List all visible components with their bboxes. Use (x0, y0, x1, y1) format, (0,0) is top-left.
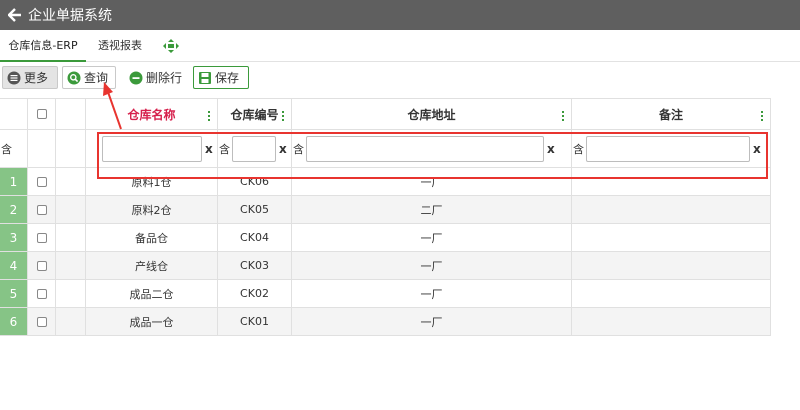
column-header-label: 备注 (658, 107, 683, 122)
table-row[interactable]: 2 原料2仓 CK05 二厂 (0, 196, 771, 224)
cell-warehouse-name[interactable]: 原料2仓 (86, 196, 218, 223)
move-arrows-icon[interactable] (162, 38, 180, 54)
row-blank-cell (56, 280, 86, 307)
select-all-cell[interactable] (28, 99, 56, 129)
save-button[interactable]: 保存 (193, 66, 249, 89)
filter-blank (56, 130, 86, 167)
tab-pivot-report[interactable]: 透视报表 (98, 30, 142, 62)
column-header-address[interactable]: 仓库地址 (292, 99, 572, 129)
query-label: 查询 (84, 71, 109, 85)
cell-note[interactable] (572, 308, 771, 335)
cell-warehouse-address[interactable]: 一厂 (292, 224, 572, 251)
row-select-cell[interactable] (28, 224, 56, 251)
filter-blank (28, 130, 56, 167)
cell-warehouse-code[interactable]: CK05 (218, 196, 292, 223)
tab-warehouse-info[interactable]: 仓库信息-ERP (0, 30, 86, 62)
row-select-cell[interactable] (28, 308, 56, 335)
delete-row-button[interactable]: 删除行 (124, 66, 188, 89)
cell-note[interactable] (572, 196, 771, 223)
save-label: 保存 (215, 71, 240, 85)
cell-note[interactable] (572, 224, 771, 251)
select-all-checkbox[interactable] (36, 109, 47, 119)
filter-highlight-box (97, 132, 768, 179)
table-row[interactable]: 3 备品仓 CK04 一厂 (0, 224, 771, 252)
search-icon (67, 71, 81, 85)
row-number: 6 (0, 308, 28, 335)
minus-circle-icon (129, 71, 143, 85)
table-header: 仓库名称 仓库编号 仓库地址 备注 (0, 98, 771, 130)
title-bar: 企业单据系统 (0, 0, 800, 30)
table-row[interactable]: 4 产线仓 CK03 一厂 (0, 252, 771, 280)
column-header-label: 仓库名称 (127, 107, 176, 122)
column-header-code[interactable]: 仓库编号 (218, 99, 292, 129)
dots-vertical-icon[interactable] (282, 111, 285, 121)
row-blank-cell (56, 168, 86, 195)
row-blank-cell (56, 196, 86, 223)
delete-row-label: 删除行 (146, 71, 183, 85)
row-number: 4 (0, 252, 28, 279)
cell-warehouse-code[interactable]: CK04 (218, 224, 292, 251)
row-checkbox[interactable] (36, 316, 47, 327)
dots-vertical-icon[interactable] (562, 111, 565, 121)
save-icon (198, 71, 212, 85)
row-select-cell[interactable] (28, 252, 56, 279)
row-blank-cell (56, 224, 86, 251)
row-checkbox[interactable] (36, 204, 47, 215)
cell-warehouse-code[interactable]: CK02 (218, 280, 292, 307)
cell-warehouse-name[interactable]: 成品二仓 (86, 280, 218, 307)
row-select-cell[interactable] (28, 196, 56, 223)
cell-note[interactable] (572, 280, 771, 307)
row-blank-cell (56, 308, 86, 335)
cell-note[interactable] (572, 252, 771, 279)
row-number: 5 (0, 280, 28, 307)
cell-warehouse-address[interactable]: 一厂 (292, 252, 572, 279)
row-number: 2 (0, 196, 28, 223)
dots-vertical-icon[interactable] (761, 111, 764, 121)
table-row[interactable]: 6 成品一仓 CK01 一厂 (0, 308, 771, 336)
column-header-label: 仓库编号 (230, 107, 279, 122)
column-header-name[interactable]: 仓库名称 (86, 99, 218, 129)
row-select-cell[interactable] (28, 280, 56, 307)
row-checkbox[interactable] (36, 232, 47, 243)
cell-warehouse-name[interactable]: 产线仓 (86, 252, 218, 279)
contains-label: 含 (1, 142, 12, 156)
cell-warehouse-name[interactable]: 成品一仓 (86, 308, 218, 335)
row-select-cell[interactable] (28, 168, 56, 195)
table-row[interactable]: 5 成品二仓 CK02 一厂 (0, 280, 771, 308)
toolbar: 更多 查询 删除行 保存 (0, 63, 800, 93)
row-number: 3 (0, 224, 28, 251)
app-title: 企业单据系统 (28, 8, 112, 24)
blank-header (56, 99, 86, 129)
row-checkbox[interactable] (36, 176, 47, 187)
dots-vertical-icon[interactable] (208, 111, 211, 121)
list-icon (7, 71, 21, 85)
tab-bar: 仓库信息-ERP 透视报表 (0, 30, 800, 62)
row-checkbox[interactable] (36, 288, 47, 299)
cell-warehouse-code[interactable]: CK01 (218, 308, 292, 335)
row-number: 1 (0, 168, 28, 195)
cell-warehouse-code[interactable]: CK03 (218, 252, 292, 279)
more-button[interactable]: 更多 (2, 66, 58, 89)
arrow-left-icon[interactable] (8, 8, 22, 22)
row-blank-cell (56, 252, 86, 279)
column-header-note[interactable]: 备注 (572, 99, 771, 129)
row-number-header (0, 99, 28, 129)
row-checkbox[interactable] (36, 260, 47, 271)
cell-warehouse-address[interactable]: 二厂 (292, 196, 572, 223)
query-button[interactable]: 查询 (62, 66, 116, 89)
cell-warehouse-address[interactable]: 一厂 (292, 308, 572, 335)
more-label: 更多 (24, 71, 49, 85)
column-header-label: 仓库地址 (407, 107, 456, 122)
cell-warehouse-name[interactable]: 备品仓 (86, 224, 218, 251)
cell-warehouse-address[interactable]: 一厂 (292, 280, 572, 307)
